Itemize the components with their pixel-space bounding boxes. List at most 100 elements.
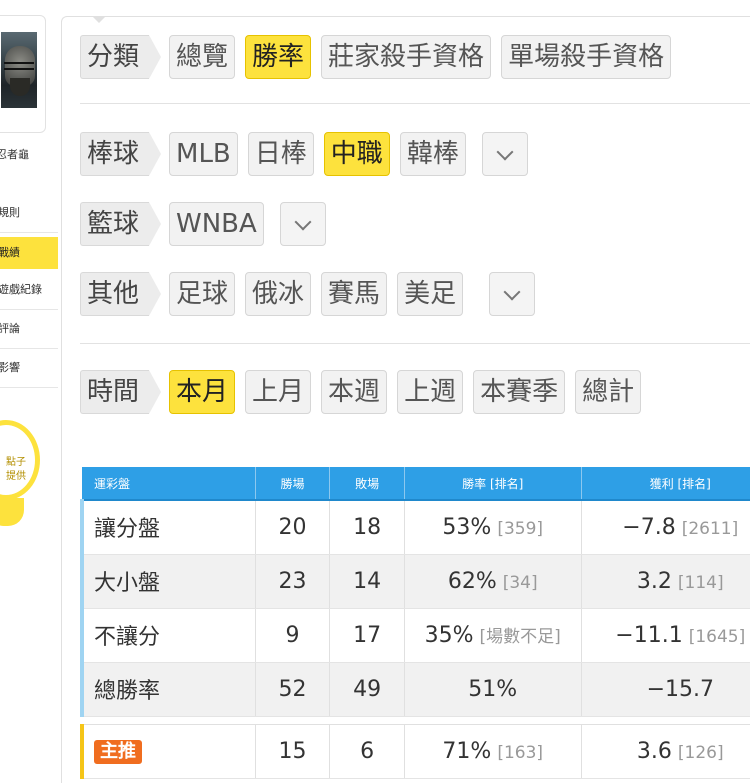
row-losses: 49 — [329, 662, 405, 717]
header-win-rate: 勝率 [排名] — [404, 467, 582, 501]
sport-soccer[interactable]: 足球 — [169, 272, 236, 316]
category-row: 分類 總覽 勝率 莊家殺手資格 單場殺手資格 — [80, 35, 681, 79]
sport-khl[interactable]: 俄冰 — [245, 272, 312, 316]
row-rate: 71% [163] — [404, 723, 582, 779]
username: 忍者龜 — [0, 148, 29, 161]
row-name: 主推 — [79, 723, 256, 779]
row-name: 不讓分 — [79, 608, 256, 663]
row-rate: 51% — [404, 662, 582, 717]
stats-table: 運彩盤 勝場 敗場 勝率 [排名] 獲利 [排名] 讓分盤 20 18 53%[… — [79, 467, 750, 779]
rate-value: 51% — [468, 676, 518, 702]
divider — [80, 343, 750, 344]
row-profit: −15.7 — [581, 662, 750, 717]
divider — [80, 103, 750, 104]
time-total[interactable]: 總計 — [575, 370, 642, 414]
profit-rank: [2611] — [681, 518, 739, 539]
profit-rank: [1645] — [688, 626, 746, 647]
rate-value: 62% — [447, 568, 497, 594]
row-wins: 9 — [255, 608, 331, 663]
header-losses: 敗場 — [329, 467, 405, 501]
sport-horse-racing[interactable]: 賽馬 — [321, 272, 388, 316]
league-kbo[interactable]: 韓棒 — [399, 132, 466, 176]
row-losses: 6 — [329, 723, 405, 779]
basketball-label: 籃球 — [80, 202, 162, 246]
profit-value: 3.6 — [636, 738, 672, 764]
header-market: 運彩盤 — [82, 467, 256, 501]
table-spacer — [82, 716, 750, 724]
table-row: 總勝率 52 49 51% −15.7 — [79, 662, 750, 717]
avatar[interactable] — [1, 32, 37, 108]
basketball-row: 籃球 WNBA — [80, 202, 326, 246]
tab-win-rate[interactable]: 勝率 — [245, 35, 312, 79]
row-rate: 35% [場數不足] — [404, 608, 582, 663]
tab-single-killer[interactable]: 單場殺手資格 — [501, 35, 672, 79]
row-profit: −11.1 [1645] — [581, 608, 750, 663]
side-menu-influence[interactable]: 影響 — [0, 349, 58, 388]
row-name: 總勝率 — [79, 662, 256, 717]
header-profit: 獲利 [排名] — [581, 467, 750, 501]
category-label: 分類 — [80, 35, 162, 79]
bulb-text: 點子 提供 — [6, 457, 26, 482]
other-row: 其他 足球 俄冰 賽馬 美足 — [80, 272, 536, 316]
row-profit: −7.8 [2611] — [581, 500, 750, 555]
row-profit: 3.2 [114] — [581, 554, 750, 609]
header-wins: 勝場 — [255, 467, 331, 501]
time-this-season[interactable]: 本賽季 — [473, 370, 566, 414]
tab-banker-killer[interactable]: 莊家殺手資格 — [321, 35, 492, 79]
time-label: 時間 — [80, 370, 162, 414]
profit-value: −15.7 — [646, 676, 714, 702]
league-wnba[interactable]: WNBA — [169, 202, 264, 246]
baseball-more-dropdown[interactable] — [481, 132, 528, 176]
time-this-week[interactable]: 本週 — [321, 370, 388, 414]
time-last-week[interactable]: 上週 — [397, 370, 464, 414]
profit-value: −11.1 — [615, 622, 683, 648]
table-header: 運彩盤 勝場 敗場 勝率 [排名] 獲利 [排名] — [82, 467, 750, 501]
avatar-card — [0, 15, 46, 133]
basketball-more-dropdown[interactable] — [279, 202, 326, 246]
side-menu-rules[interactable]: 規則 — [0, 194, 58, 233]
main-panel: 分類 總覽 勝率 莊家殺手資格 單場殺手資格 棒球 MLB 日棒 中職 韓棒 籃… — [61, 16, 750, 783]
rate-rank: [場數不足] — [479, 627, 561, 647]
row-rate: 53% [359] — [404, 500, 582, 555]
row-wins: 20 — [255, 500, 331, 555]
league-cpbl[interactable]: 中職 — [323, 132, 390, 176]
row-losses: 18 — [329, 500, 405, 555]
row-wins: 52 — [255, 662, 331, 717]
time-this-month[interactable]: 本月 — [169, 370, 236, 414]
left-sidebar: 忍者龜 規則 戰績 遊戲紀錄 評論 影響 點子 提供 — [0, 0, 58, 783]
row-wins: 15 — [255, 723, 331, 779]
other-label: 其他 — [80, 272, 162, 316]
league-mlb[interactable]: MLB — [169, 132, 238, 176]
featured-tag: 主推 — [94, 740, 142, 764]
table-row: 讓分盤 20 18 53% [359] −7.8 [2611] — [79, 500, 750, 555]
league-npb[interactable]: 日棒 — [247, 132, 314, 176]
rate-value: 35% — [424, 623, 474, 648]
side-menu: 規則 戰績 遊戲紀錄 評論 影響 — [0, 194, 58, 388]
table-row: 大小盤 23 14 62% [34] 3.2 [114] — [79, 554, 750, 609]
side-menu-record[interactable]: 戰績 — [0, 237, 58, 269]
row-wins: 23 — [255, 554, 331, 609]
profit-rank: [126] — [677, 742, 724, 763]
other-more-dropdown[interactable] — [489, 272, 536, 316]
row-losses: 17 — [329, 608, 405, 663]
row-profit: 3.6 [126] — [581, 723, 750, 779]
row-rate: 62% [34] — [404, 554, 582, 609]
baseball-label: 棒球 — [80, 132, 162, 176]
rate-value: 71% — [442, 738, 492, 764]
side-menu-comments[interactable]: 評論 — [0, 310, 58, 349]
time-row: 時間 本月 上月 本週 上週 本賽季 總計 — [80, 370, 651, 414]
sport-american-football[interactable]: 美足 — [397, 272, 464, 316]
panel-notch — [92, 16, 106, 24]
table-row: 不讓分 9 17 35% [場數不足] −11.1 [1645] — [79, 608, 750, 663]
row-name: 大小盤 — [79, 554, 256, 609]
profit-value: 3.2 — [636, 568, 672, 594]
profit-value: −7.8 — [622, 514, 676, 540]
rate-rank: [359] — [497, 518, 544, 539]
time-last-month[interactable]: 上月 — [245, 370, 312, 414]
tab-overview[interactable]: 總覽 — [169, 35, 236, 79]
side-menu-game-log[interactable]: 遊戲紀錄 — [0, 271, 58, 310]
lightbulb-icon[interactable]: 點子 提供 — [0, 420, 42, 540]
rate-value: 53% — [442, 514, 492, 540]
rate-rank: [34] — [502, 572, 538, 593]
rate-rank: [163] — [497, 742, 544, 763]
